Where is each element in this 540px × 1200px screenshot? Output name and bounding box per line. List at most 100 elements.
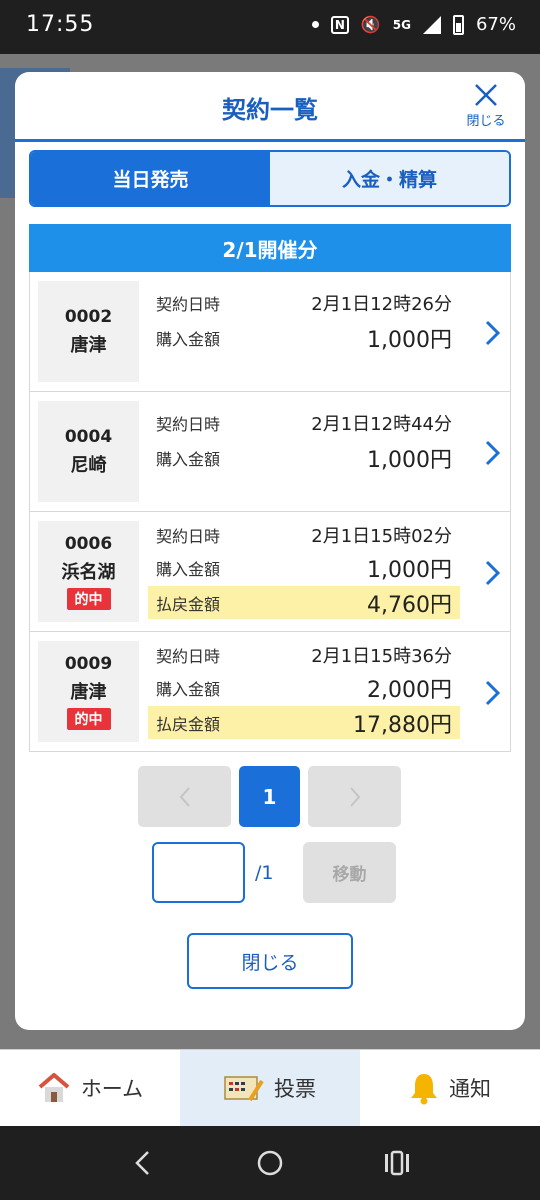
bell-icon bbox=[411, 1074, 437, 1105]
close-x-label: 閉じる bbox=[466, 114, 506, 129]
contract-number: 0009 bbox=[64, 653, 113, 674]
datetime-line: 契約日時 2月1日15時36分 bbox=[148, 640, 460, 670]
battery-percent: 67% bbox=[475, 14, 516, 35]
purchase-line: 購入金額 1,000円 bbox=[148, 552, 460, 584]
contract-list-modal: 契約一覧 閉じる 当日発売 入金・精算 2/1開催分 0002 唐津 契約日時 … bbox=[15, 72, 525, 1030]
system-recents-button[interactable] bbox=[377, 1143, 417, 1183]
venue-box: 0002 唐津 bbox=[38, 281, 139, 382]
datetime-label: 契約日時 bbox=[156, 415, 221, 434]
mute-icon: 🔇 bbox=[360, 15, 381, 34]
page-number-input[interactable] bbox=[152, 842, 245, 903]
venue-name: 浜名湖 bbox=[61, 561, 116, 583]
contract-number: 0006 bbox=[64, 533, 113, 554]
datetime-value: 2月1日12時26分 bbox=[311, 294, 452, 315]
datetime-value: 2月1日15時02分 bbox=[311, 526, 452, 547]
datetime-line: 契約日時 2月1日15時02分 bbox=[148, 520, 460, 550]
payout-label: 払戻金額 bbox=[156, 594, 221, 614]
purchase-value: 1,000円 bbox=[367, 558, 452, 583]
page-jump: /1 移動 bbox=[152, 842, 396, 903]
purchase-value: 2,000円 bbox=[367, 678, 452, 703]
venue-box: 0009 唐津 的中 bbox=[38, 641, 139, 742]
nav-vote[interactable]: 投票 bbox=[180, 1050, 360, 1126]
house-icon bbox=[38, 1073, 70, 1102]
nav-home-label: ホーム bbox=[80, 1077, 144, 1101]
modal-title: 契約一覧 bbox=[222, 96, 318, 124]
battery-icon bbox=[452, 14, 464, 35]
contract-row[interactable]: 0002 唐津 契約日時 2月1日12時26分 購入金額 1,000円 bbox=[30, 272, 510, 392]
purchase-line: 購入金額 2,000円 bbox=[148, 672, 460, 704]
home-circle-icon bbox=[257, 1150, 283, 1176]
status-bar: 17:55 N 🔇 5G 67% bbox=[0, 0, 540, 54]
datetime-line: 契約日時 2月1日12時44分 bbox=[148, 408, 460, 438]
recents-icon bbox=[384, 1150, 409, 1176]
chevron-right-icon bbox=[349, 786, 360, 807]
modal-header: 契約一覧 閉じる bbox=[15, 72, 525, 142]
date-banner: 2/1開催分 bbox=[29, 224, 511, 272]
hit-badge: 的中 bbox=[66, 707, 111, 730]
tab-same-day-sale[interactable]: 当日発売 bbox=[31, 152, 270, 205]
contract-number: 0002 bbox=[64, 306, 113, 327]
purchase-label: 購入金額 bbox=[156, 680, 221, 699]
chevron-right-icon bbox=[485, 320, 501, 346]
venue-name: 尼崎 bbox=[70, 454, 107, 476]
datetime-line: 契約日時 2月1日12時26分 bbox=[148, 288, 460, 318]
purchase-label: 購入金額 bbox=[156, 330, 221, 349]
payout-value: 17,880円 bbox=[353, 712, 452, 738]
venue-name: 唐津 bbox=[70, 334, 107, 356]
payout-value: 4,760円 bbox=[367, 592, 452, 618]
notification-dot-icon bbox=[311, 21, 319, 28]
datetime-label: 契約日時 bbox=[156, 647, 221, 666]
nav-vote-label: 投票 bbox=[274, 1077, 316, 1101]
tab-bar: 当日発売 入金・精算 bbox=[29, 150, 511, 207]
payout-line: 払戻金額 4,760円 bbox=[148, 586, 460, 619]
close-button[interactable]: 閉じる bbox=[187, 933, 353, 989]
nav-home[interactable]: ホーム bbox=[0, 1050, 180, 1126]
datetime-label: 契約日時 bbox=[156, 295, 221, 314]
nav-notification[interactable]: 通知 bbox=[360, 1050, 540, 1126]
chevron-right-icon bbox=[485, 680, 501, 706]
venue-box: 0004 尼崎 bbox=[38, 401, 139, 502]
status-icons: N 🔇 5G 67% bbox=[311, 14, 516, 35]
network-type: 5G bbox=[392, 17, 411, 32]
contract-row[interactable]: 0009 唐津 的中 契約日時 2月1日15時36分 購入金額 2,000円 払… bbox=[30, 632, 510, 752]
close-x-button[interactable]: 閉じる bbox=[461, 82, 511, 129]
chevron-right-icon bbox=[485, 560, 501, 586]
contract-list: 0002 唐津 契約日時 2月1日12時26分 購入金額 1,000円 0004… bbox=[29, 272, 511, 752]
contract-number: 0004 bbox=[64, 426, 113, 447]
tab-deposit-settlement[interactable]: 入金・精算 bbox=[270, 152, 509, 205]
chevron-left-icon bbox=[179, 786, 190, 807]
total-pages: /1 bbox=[255, 861, 274, 884]
status-time: 17:55 bbox=[26, 12, 95, 37]
payout-line: 払戻金額 17,880円 bbox=[148, 706, 460, 739]
contract-row[interactable]: 0006 浜名湖 的中 契約日時 2月1日15時02分 購入金額 1,000円 … bbox=[30, 512, 510, 632]
nfc-icon: N bbox=[330, 15, 349, 34]
purchase-label: 購入金額 bbox=[156, 450, 221, 469]
ticket-icon bbox=[224, 1076, 264, 1102]
system-back-button[interactable] bbox=[123, 1143, 163, 1183]
contract-row[interactable]: 0004 尼崎 契約日時 2月1日12時44分 購入金額 1,000円 bbox=[30, 392, 510, 512]
next-page-button[interactable] bbox=[308, 766, 401, 827]
back-icon bbox=[135, 1151, 150, 1175]
hit-badge: 的中 bbox=[66, 587, 111, 610]
datetime-value: 2月1日12時44分 bbox=[311, 414, 452, 435]
prev-page-button[interactable] bbox=[138, 766, 231, 827]
chevron-right-icon bbox=[485, 440, 501, 466]
close-icon bbox=[475, 84, 497, 106]
venue-name: 唐津 bbox=[70, 681, 107, 703]
purchase-label: 購入金額 bbox=[156, 560, 221, 579]
pagination: 1 bbox=[138, 766, 401, 827]
current-page-button[interactable]: 1 bbox=[239, 766, 300, 827]
purchase-line: 購入金額 1,000円 bbox=[148, 320, 460, 356]
venue-box: 0006 浜名湖 的中 bbox=[38, 521, 139, 622]
system-nav-bar bbox=[0, 1126, 540, 1200]
purchase-value: 1,000円 bbox=[367, 448, 452, 473]
datetime-label: 契約日時 bbox=[156, 527, 221, 546]
system-home-button[interactable] bbox=[250, 1143, 290, 1183]
nav-notification-label: 通知 bbox=[449, 1077, 491, 1101]
signal-icon bbox=[422, 15, 441, 34]
datetime-value: 2月1日15時36分 bbox=[311, 646, 452, 667]
purchase-value: 1,000円 bbox=[367, 328, 452, 353]
bottom-nav: ホーム 投票 通知 bbox=[0, 1049, 540, 1126]
purchase-line: 購入金額 1,000円 bbox=[148, 440, 460, 476]
move-button[interactable]: 移動 bbox=[303, 842, 396, 903]
